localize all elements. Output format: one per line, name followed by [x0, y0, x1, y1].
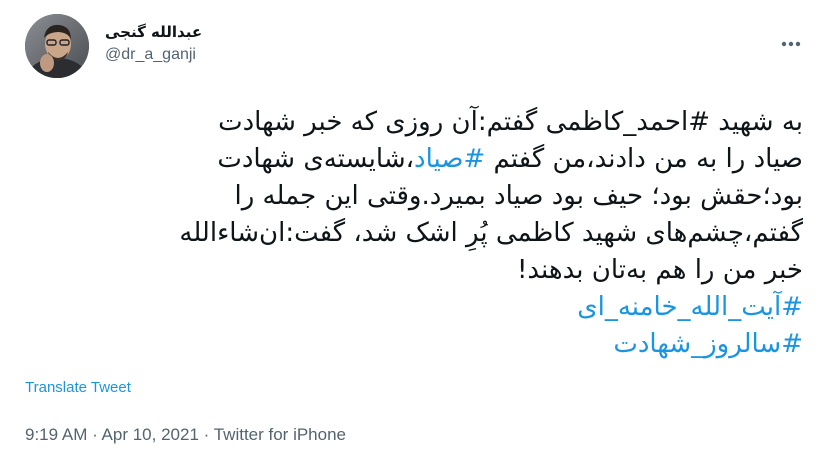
- tweet-text-line: #سالروز_شهادت: [20, 326, 803, 363]
- tweet-text-line: صیاد را به من دادند،من گفتم #صیاد،شایسته…: [20, 141, 803, 178]
- tweet-text-segment: #احمد_کاظمی: [545, 107, 711, 137]
- tweet-text: به شهید #احمد_کاظمی گفتم:آن روزی که خبر …: [20, 104, 803, 363]
- tweet-date[interactable]: Apr 10, 2021: [102, 425, 199, 444]
- tweet-text-segment: به شهید: [710, 107, 803, 137]
- tweet-text-line: خبر من را هم به‌تان بدهند!: [20, 252, 803, 289]
- tweet-text-segment: خبر من را هم به‌تان بدهند!: [516, 255, 803, 285]
- translate-tweet-link[interactable]: Translate Tweet: [25, 379, 131, 396]
- tweet-text-line: #آیت_الله_خامنه_ای: [20, 289, 803, 326]
- tweet-header: عبدالله گنجی @dr_a_ganji: [25, 14, 805, 84]
- avatar-photo-icon: [25, 14, 89, 78]
- avatar[interactable]: [25, 14, 89, 78]
- meta-separator: ·: [198, 425, 214, 444]
- tweet-text-line: به شهید #احمد_کاظمی گفتم:آن روزی که خبر …: [20, 104, 803, 141]
- tweet-time[interactable]: 9:19 AM: [25, 425, 87, 444]
- tweet-text-segment: صیاد را به من دادند،من گفتم: [485, 144, 804, 174]
- tweet-text-segment: بود؛حقش بود؛ حیف بود صیاد بمیرد.وقتی این…: [234, 181, 804, 211]
- author-handle[interactable]: @dr_a_ganji: [105, 44, 202, 66]
- tweet-metadata: 9:19 AM · Apr 10, 2021 · Twitter for iPh…: [25, 425, 346, 445]
- author-info[interactable]: عبدالله گنجی @dr_a_ganji: [105, 22, 202, 66]
- tweet-text-segment: گفتم،چشم‌های شهید کاظمی پُرِ اشک شد، گفت…: [179, 218, 803, 248]
- tweet-text-line: گفتم،چشم‌های شهید کاظمی پُرِ اشک شد، گفت…: [20, 215, 803, 252]
- tweet-text-segment: گفتم:آن روزی که خبر شهادت: [218, 107, 546, 137]
- hashtag-link[interactable]: #آیت_الله_خامنه_ای: [577, 292, 803, 322]
- meta-separator: ·: [87, 425, 102, 444]
- author-display-name[interactable]: عبدالله گنجی: [105, 22, 202, 42]
- tweet-card: عبدالله گنجی @dr_a_ganji به شهید #احمد_ک…: [0, 0, 825, 470]
- more-options-icon[interactable]: [777, 30, 805, 58]
- hashtag-link[interactable]: #سالروز_شهادت: [613, 329, 803, 359]
- tweet-text-line: بود؛حقش بود؛ حیف بود صیاد بمیرد.وقتی این…: [20, 178, 804, 215]
- tweet-text-segment: ،شایسته‌ی شهادت: [217, 144, 415, 174]
- tweet-source[interactable]: Twitter for iPhone: [214, 425, 346, 444]
- hashtag-link[interactable]: #صیاد: [414, 144, 485, 174]
